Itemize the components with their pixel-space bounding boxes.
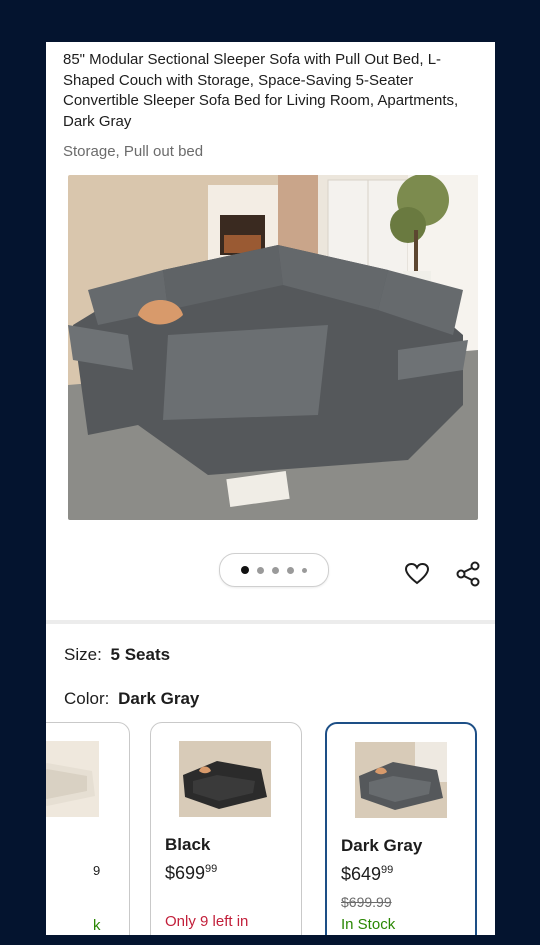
size-value: 5 Seats	[110, 645, 171, 664]
heart-icon	[404, 562, 430, 585]
black-sofa-thumbnail	[179, 741, 271, 817]
option-name: Dark Gray	[341, 836, 423, 855]
bottom-edge	[46, 935, 495, 940]
was-price: $699.99	[341, 894, 392, 910]
option-name: Black	[165, 835, 211, 854]
product-title: 85" Modular Sectional Sleeper Sofa with …	[63, 51, 459, 130]
product-features: Storage, Pull out bed	[63, 143, 204, 160]
color-selector: Color: Dark Gray	[64, 689, 199, 709]
gallery-pagination[interactable]	[219, 553, 329, 587]
gallery-dot-2[interactable]	[257, 566, 264, 574]
color-option-cream[interactable]: 9 k	[46, 722, 130, 940]
cream-sofa-thumbnail	[46, 741, 99, 817]
dark-gray-sofa-thumbnail	[355, 742, 447, 818]
partial-price: 9	[93, 863, 101, 878]
color-value: Dark Gray	[118, 689, 200, 708]
gallery-dot-5[interactable]	[302, 567, 307, 573]
share-button[interactable]	[453, 559, 483, 589]
product-page: 85" Modular Sectional Sleeper Sofa with …	[46, 42, 495, 940]
color-label: Color:	[64, 689, 110, 708]
product-image[interactable]	[68, 175, 478, 520]
color-option-dark-gray[interactable]: Dark Gray $64999 $699.99 In Stock	[325, 722, 477, 940]
low-stock-notice: Only 9 left in	[165, 913, 249, 930]
size-selector: Size: 5 Seats	[64, 645, 170, 665]
color-option-black[interactable]: Black $69999 Only 9 left in	[150, 722, 302, 940]
partial-stock: k	[93, 917, 101, 934]
gallery-dot-1[interactable]	[241, 566, 249, 574]
share-icon	[456, 561, 480, 587]
in-stock-notice: In Stock	[341, 916, 396, 933]
gallery-dot-3[interactable]	[272, 566, 279, 574]
option-price: $64999	[341, 864, 394, 884]
sofa-photo	[68, 175, 478, 520]
favorite-button[interactable]	[402, 559, 432, 589]
size-label: Size:	[64, 645, 102, 664]
gallery-dot-4[interactable]	[287, 566, 294, 574]
section-divider	[46, 620, 495, 624]
option-price: $69999	[165, 863, 218, 883]
